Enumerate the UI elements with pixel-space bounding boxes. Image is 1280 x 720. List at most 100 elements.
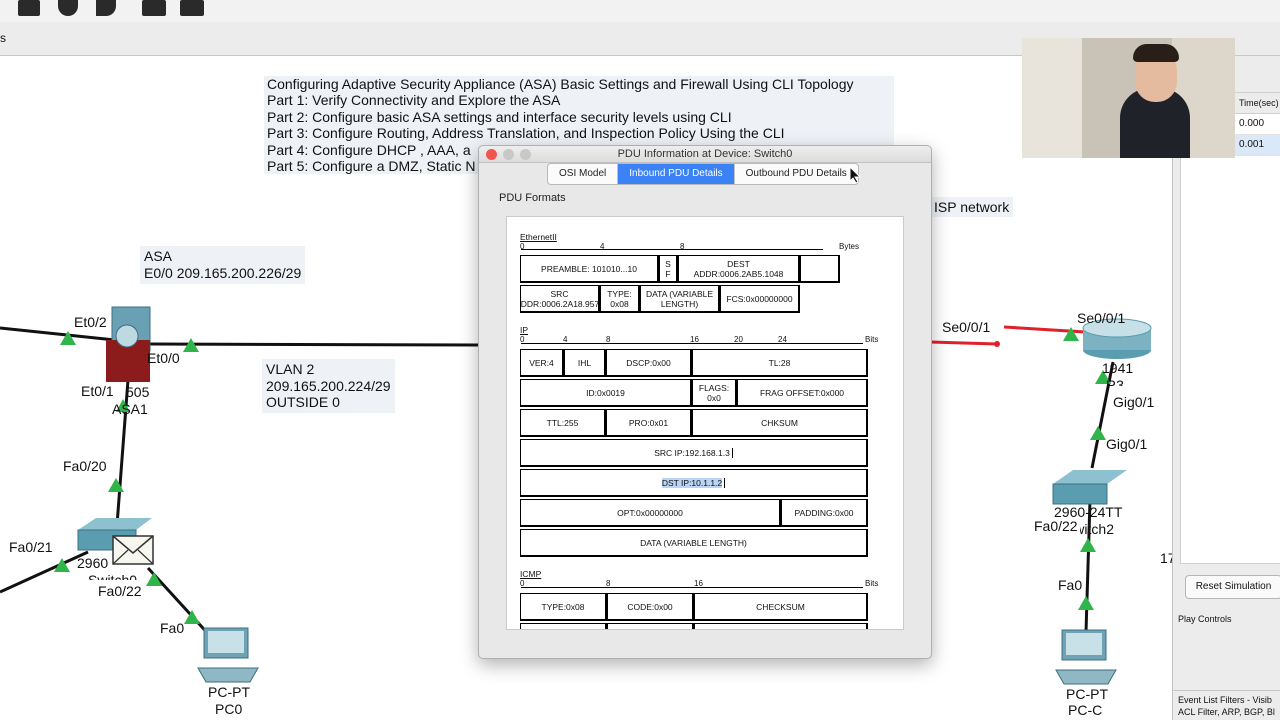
ip-opt-field[interactable]: OPT:0x00000000 bbox=[520, 499, 781, 527]
ruler-tick: 0 bbox=[520, 242, 525, 251]
pcc-name-label: PC-C bbox=[1068, 702, 1103, 718]
icmp-type-field[interactable]: TYPE:0x08 bbox=[520, 593, 607, 621]
event-list-filters-label: Event List Filters - Visib bbox=[1178, 695, 1272, 705]
r3-name-label: R3 bbox=[1106, 377, 1124, 386]
switch0-name-label: Switch0 bbox=[88, 572, 138, 580]
asa-info-label[interactable]: ASA E0/0 209.165.200.226/29 bbox=[140, 246, 306, 284]
ip-frag-offset-field[interactable]: FRAG OFFSET:0x000 bbox=[737, 379, 868, 407]
tab-inbound-pdu-details[interactable]: Inbound PDU Details bbox=[618, 164, 735, 184]
pc0-icon[interactable] bbox=[197, 627, 259, 683]
note-line: Configuring Adaptive Security Appliance … bbox=[267, 76, 854, 92]
ruler-tick: 20 bbox=[734, 335, 743, 344]
ip-ihl-field[interactable]: IHL bbox=[564, 349, 606, 377]
r3-model-label: 1941 bbox=[1102, 360, 1134, 376]
ethernet-section-title: EthernetII bbox=[520, 232, 557, 242]
switch2-name-label: Switch2 bbox=[1080, 521, 1114, 537]
ruler-tick: 8 bbox=[680, 242, 685, 251]
ruler-tick: 0 bbox=[520, 579, 525, 588]
ip-src-ip-field[interactable]: SRC IP:192.168.1.3 bbox=[520, 439, 868, 467]
isp-network-label[interactable]: ISP network bbox=[930, 197, 1014, 217]
pdu-formats-heading: PDU Formats bbox=[499, 192, 566, 204]
icmp-section-title: ICMP bbox=[520, 569, 542, 579]
tab-outbound-pdu-details[interactable]: Outbound PDU Details bbox=[735, 164, 858, 184]
ip-id-field[interactable]: ID:0x0019 bbox=[520, 379, 692, 407]
ruler-tick: 16 bbox=[694, 579, 703, 588]
pdu-tabs: OSI Model Inbound PDU Details Outbound P… bbox=[547, 163, 859, 185]
port-label: Fa0 bbox=[1058, 577, 1083, 593]
port-label: Fa0/21 bbox=[9, 539, 53, 555]
ip-pro-field[interactable]: PRO:0x01 bbox=[606, 409, 692, 437]
ruler-unit: Bits bbox=[865, 335, 879, 344]
eth-fcs-field[interactable]: FCS:0x00000000 bbox=[720, 285, 800, 313]
ip-ttl-field[interactable]: TTL:255 bbox=[520, 409, 606, 437]
eth-dest-addr-field[interactable]: DEST ADDR:0006.2AB5.1048 bbox=[678, 255, 800, 283]
close-window-icon[interactable] bbox=[486, 149, 497, 160]
port-label: Et0/2 bbox=[74, 314, 107, 330]
ip-data-field[interactable]: DATA (VARIABLE LENGTH) bbox=[520, 529, 868, 557]
eth-data-field[interactable]: DATA (VARIABLE LENGTH) bbox=[640, 285, 720, 313]
divider bbox=[1172, 690, 1280, 691]
asa-name-label: ASA1 bbox=[112, 401, 148, 417]
asa-device-icon[interactable] bbox=[106, 306, 151, 382]
minimize-window-icon[interactable] bbox=[503, 149, 514, 160]
pcc-icon[interactable] bbox=[1055, 629, 1117, 685]
icmp-next-row-field bbox=[694, 623, 868, 629]
link-serial-left[interactable] bbox=[929, 340, 998, 346]
src-ip-text: SRC IP:192.168.1.3 bbox=[654, 447, 730, 458]
vlan-title: VLAN 2 bbox=[266, 361, 315, 377]
serial-endpoint-dot bbox=[994, 341, 1000, 347]
dialog-title: PDU Information at Device: Switch0 bbox=[617, 148, 793, 160]
dst-ip-text: DST IP:10.1.1.2 bbox=[661, 477, 723, 488]
port-label: Gig0/1 bbox=[1113, 394, 1155, 410]
eth-sf-field[interactable]: S F bbox=[659, 255, 678, 283]
ip-section-title: IP bbox=[520, 325, 529, 335]
vlan-network: 209.165.200.224/29 bbox=[266, 377, 391, 394]
link-asa-vlan2[interactable] bbox=[149, 342, 479, 347]
mouse-pointer-icon bbox=[849, 166, 861, 184]
ip-ver-field[interactable]: VER:4 bbox=[520, 349, 564, 377]
asa-label-ip: E0/0 209.165.200.226/29 bbox=[144, 265, 302, 281]
eth-preamble-field[interactable]: PREAMBLE: 101010...10 bbox=[520, 255, 659, 283]
ruler-tick: 0 bbox=[520, 335, 525, 344]
pdu-formats-scroll-area[interactable]: EthernetII 0 4 8 Bytes PREAMBLE: 101010.… bbox=[506, 216, 904, 630]
vlan-name: OUTSIDE 0 bbox=[266, 394, 340, 410]
note-line: Part 1: Verify Connectivity and Explore … bbox=[267, 92, 561, 109]
port-status-icon bbox=[1080, 538, 1096, 552]
switch2-icon[interactable] bbox=[1052, 470, 1127, 505]
asa-label-name: ASA bbox=[144, 248, 173, 264]
port-label: Fa0/22 bbox=[98, 583, 142, 599]
pdu-envelope-icon[interactable] bbox=[112, 535, 154, 565]
event-filter-list[interactable]: ACL Filter, ARP, BGP, Bl bbox=[1178, 707, 1275, 717]
tab-osi-model[interactable]: OSI Model bbox=[548, 164, 619, 184]
vlan2-label[interactable]: VLAN 2 209.165.200.224/29 OUTSIDE 0 bbox=[262, 359, 395, 413]
icmp-next-row-field bbox=[607, 623, 694, 629]
pc0-name-label: PC0 bbox=[215, 701, 243, 717]
link-switch0-fa0-21[interactable] bbox=[0, 550, 89, 594]
ip-dst-ip-field[interactable]: DST IP:10.1.1.2 bbox=[520, 469, 868, 497]
webcam-background-shelf bbox=[1022, 38, 1082, 158]
eth-src-addr-field[interactable]: SRC ADDR:0006.2A18.9577 bbox=[520, 285, 600, 313]
text-caret bbox=[731, 447, 733, 458]
event-list-table[interactable]: Time(sec) 0.000 0.001 bbox=[1180, 92, 1280, 564]
port-label: Fa0 bbox=[160, 620, 185, 636]
eth-dest-addr-continued bbox=[800, 255, 840, 283]
icmp-code-field[interactable]: CODE:0x00 bbox=[607, 593, 694, 621]
ip-flags-field[interactable]: FLAGS: 0x0 bbox=[692, 379, 737, 407]
dialog-titlebar[interactable]: PDU Information at Device: Switch0 bbox=[479, 146, 931, 163]
ruler-tick: 16 bbox=[690, 335, 699, 344]
note-line: Part 2: Configure basic ASA settings and… bbox=[267, 108, 732, 125]
eth-type-field[interactable]: TYPE: 0x08 bbox=[600, 285, 640, 313]
port-label: Fa0/20 bbox=[63, 458, 107, 474]
webcam-person-hair bbox=[1133, 44, 1179, 62]
icmp-checksum-field[interactable]: CHECKSUM bbox=[694, 593, 868, 621]
ip-padding-field[interactable]: PADDING:0x00 bbox=[781, 499, 868, 527]
pdu-information-dialog: PDU Information at Device: Switch0 OSI M… bbox=[478, 145, 932, 659]
ip-tl-field[interactable]: TL:28 bbox=[692, 349, 868, 377]
port-status-icon bbox=[1063, 327, 1079, 341]
webcam-overlay bbox=[1022, 38, 1235, 158]
ip-dscp-field[interactable]: DSCP:0x00 bbox=[606, 349, 692, 377]
reset-simulation-button[interactable]: Reset Simulation bbox=[1185, 575, 1280, 599]
maximize-window-icon[interactable] bbox=[520, 149, 531, 160]
ip-chksum-field[interactable]: CHKSUM bbox=[692, 409, 868, 437]
asa-model-label: 505 bbox=[126, 384, 150, 400]
